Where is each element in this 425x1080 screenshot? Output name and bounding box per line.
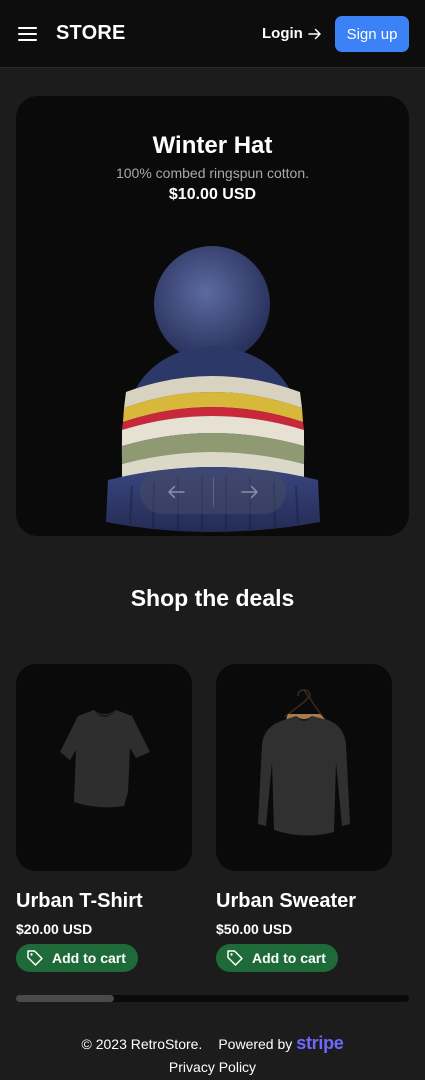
product-card-tshirt: Urban T-Shirt $20.00 USD Add to cart	[16, 664, 192, 972]
powered-by-label: Powered by	[218, 1035, 293, 1052]
arrow-left-icon	[168, 485, 185, 499]
add-to-cart-label: Add to cart	[252, 950, 326, 966]
product-name[interactable]: Urban Sweater	[216, 890, 356, 913]
product-price: $50.00 USD	[216, 921, 293, 937]
login-link[interactable]: Login	[262, 25, 322, 42]
tag-icon	[227, 950, 243, 966]
arrow-right-icon	[308, 28, 321, 39]
arrow-right-icon	[241, 485, 258, 499]
add-to-cart-button[interactable]: Add to cart	[16, 944, 138, 972]
tag-icon	[27, 950, 43, 966]
featured-product-title: Winter Hat	[152, 132, 273, 159]
add-to-cart-button[interactable]: Add to cart	[216, 944, 338, 972]
featured-product-description: 100% combed ringspun cotton.	[115, 165, 309, 181]
store-logo[interactable]: STORE	[56, 22, 126, 45]
scrollbar-thumb[interactable]	[16, 995, 114, 1002]
tshirt-image	[60, 710, 150, 808]
carousel-controls	[140, 470, 286, 514]
footer-info: © 2023 RetroStore. Powered by stripe	[0, 1033, 425, 1054]
signup-button[interactable]: Sign up	[335, 16, 409, 52]
featured-product-carousel: Winter Hat 100% combed ringspun cotton. …	[16, 96, 409, 536]
sweater-image	[258, 689, 350, 836]
stripe-logo: stripe	[296, 1033, 344, 1053]
product-name[interactable]: Urban T-Shirt	[16, 890, 143, 913]
product-image-card[interactable]	[16, 664, 192, 871]
product-price: $20.00 USD	[16, 921, 93, 937]
powered-by-stripe[interactable]: Powered by stripe	[218, 1033, 343, 1054]
product-card-sweater: Urban Sweater $50.00 USD Add to cart	[216, 664, 392, 972]
top-navbar: STORE Login Sign up	[0, 0, 425, 68]
login-label: Login	[262, 25, 303, 42]
deals-section-title: Shop the deals	[130, 585, 295, 611]
copyright-text: © 2023 RetroStore.	[81, 1035, 203, 1052]
add-to-cart-label: Add to cart	[52, 950, 126, 966]
featured-product-price: $10.00 USD	[168, 186, 257, 203]
product-image-card[interactable]	[216, 664, 392, 871]
previous-slide-button[interactable]	[140, 470, 213, 514]
deals-horizontal-scrollbar[interactable]	[16, 995, 409, 1002]
hamburger-menu-icon[interactable]	[18, 24, 38, 42]
next-slide-button[interactable]	[214, 470, 287, 514]
privacy-policy-link[interactable]: Privacy Policy	[0, 1059, 425, 1075]
